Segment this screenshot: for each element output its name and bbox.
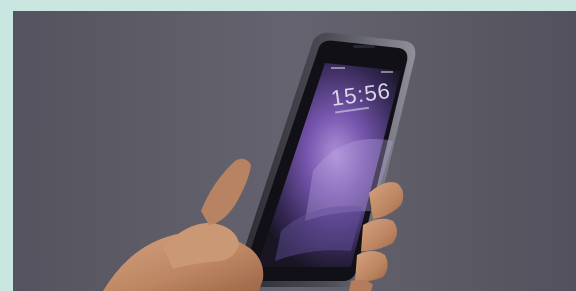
phone-hand-illustration: 15:56 bbox=[13, 11, 576, 291]
photo: 15:56 bbox=[13, 11, 576, 291]
image-frame: 15:56 bbox=[0, 0, 576, 291]
